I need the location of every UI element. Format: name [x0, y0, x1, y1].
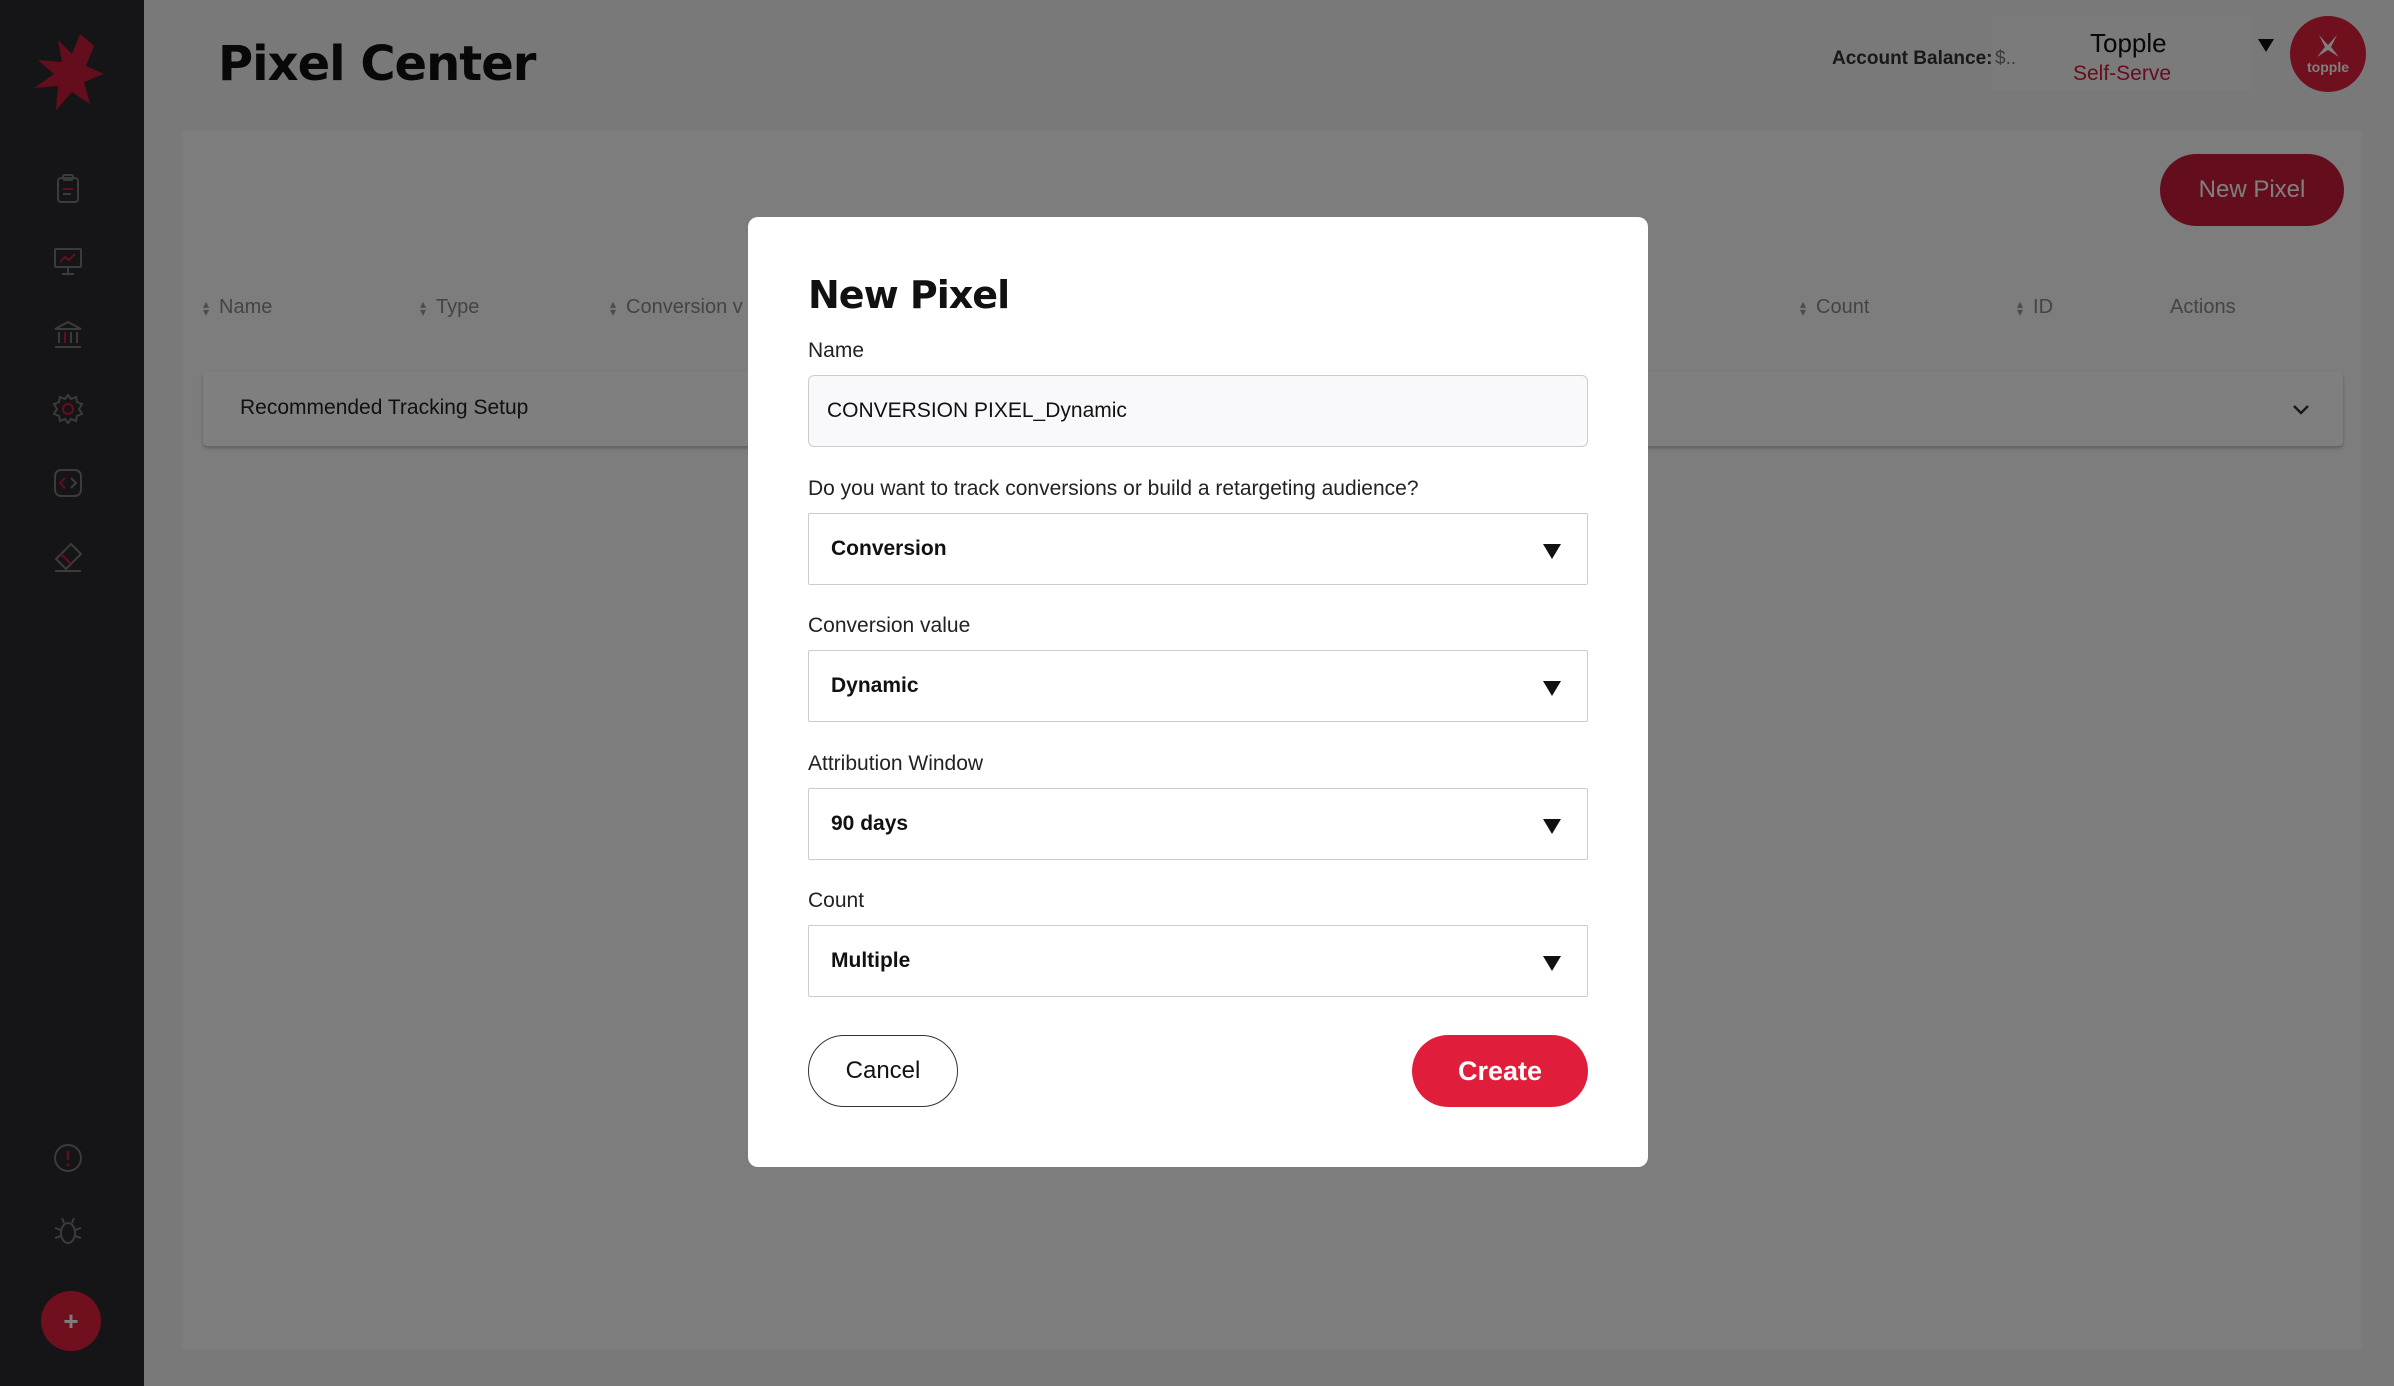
track-label: Do you want to track conversions or buil…: [808, 477, 1419, 500]
track-select[interactable]: Conversion: [808, 513, 1588, 585]
name-label: Name: [808, 339, 865, 362]
caret-down-icon: [1543, 819, 1561, 834]
attribution-window-select-value: 90 days: [831, 812, 909, 835]
cancel-button[interactable]: Cancel: [808, 1035, 958, 1107]
conversion-value-select-value: Dynamic: [831, 674, 919, 697]
attribution-window-label: Attribution Window: [808, 752, 984, 775]
conversion-value-select[interactable]: Dynamic: [808, 650, 1588, 722]
track-select-value: Conversion: [831, 537, 947, 560]
create-button[interactable]: Create: [1412, 1035, 1588, 1107]
name-input[interactable]: [808, 375, 1588, 447]
count-select-value: Multiple: [831, 949, 911, 972]
modal-title: New Pixel: [808, 273, 1010, 317]
caret-down-icon: [1543, 544, 1561, 559]
attribution-window-select[interactable]: 90 days: [808, 788, 1588, 860]
count-select[interactable]: Multiple: [808, 925, 1588, 997]
count-label: Count: [808, 889, 865, 912]
caret-down-icon: [1543, 956, 1561, 971]
conversion-value-label: Conversion value: [808, 614, 971, 637]
new-pixel-modal: New Pixel Name Do you want to track conv…: [748, 217, 1648, 1167]
caret-down-icon: [1543, 681, 1561, 696]
